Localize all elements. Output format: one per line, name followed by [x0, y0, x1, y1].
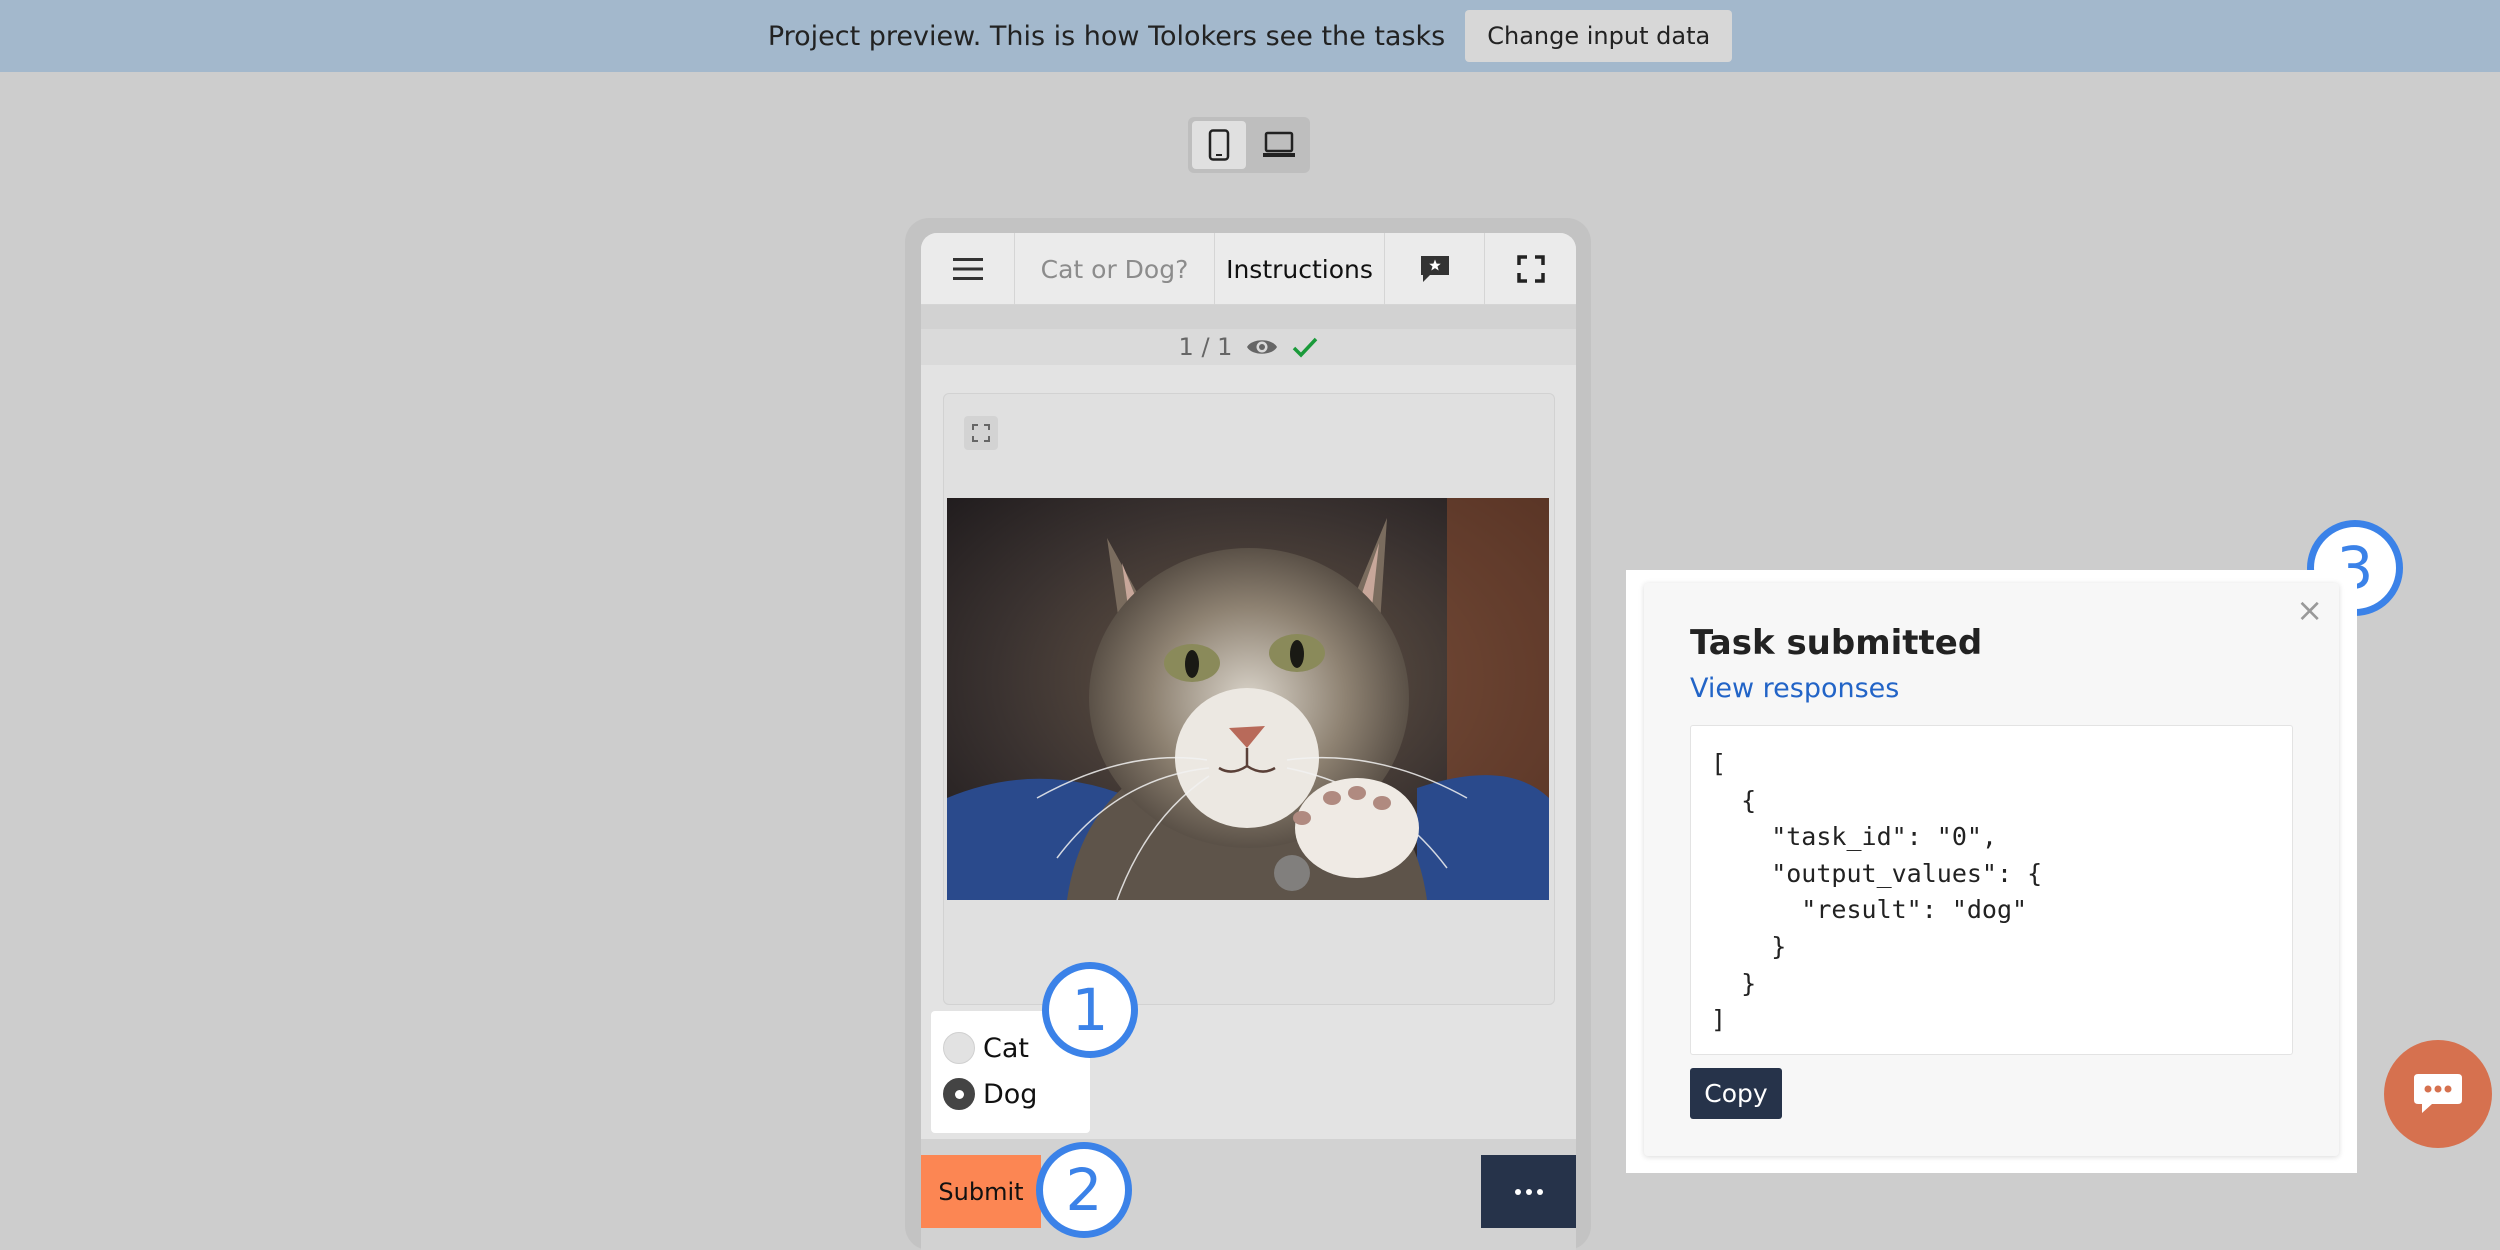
more-button[interactable]: [1481, 1155, 1576, 1228]
task-toolbar: Cat or Dog? Instructions: [921, 233, 1576, 305]
support-chat-button[interactable]: [2384, 1040, 2492, 1148]
menu-button[interactable]: [921, 233, 1015, 305]
cat-photo: [947, 498, 1549, 900]
more-icon-dot: [1525, 1188, 1532, 1195]
change-input-data-button[interactable]: Change input data: [1465, 10, 1733, 62]
expand-image-button[interactable]: [964, 416, 998, 450]
callout-2: 2: [1036, 1142, 1132, 1238]
instructions-button[interactable]: Instructions: [1215, 233, 1385, 305]
response-json: [ { "task_id": "0", "output_values": { "…: [1690, 725, 2293, 1055]
banner-text: Project preview. This is how Tolokers se…: [767, 20, 1446, 52]
view-responses-link[interactable]: View responses: [1690, 673, 1899, 704]
radio-cat[interactable]: [943, 1032, 975, 1064]
phone-icon: [1208, 129, 1230, 161]
task-counter-text: 1 / 1: [1178, 333, 1233, 361]
phone-view-button[interactable]: [1192, 121, 1246, 169]
task-card: [943, 393, 1555, 1005]
fullscreen-button[interactable]: [1485, 233, 1576, 305]
eye-icon: [1247, 340, 1278, 354]
laptop-view-button[interactable]: [1252, 121, 1306, 169]
chat-icon: [2414, 1074, 2462, 1113]
more-icon: [1514, 1188, 1521, 1195]
feedback-button[interactable]: [1385, 233, 1485, 305]
task-image: [947, 498, 1549, 900]
laptop-icon: [1263, 131, 1295, 157]
option-dog-label: Dog: [983, 1078, 1038, 1110]
task-submitted-popup: × Task submitted View responses [ { "tas…: [1644, 583, 2339, 1156]
option-cat-label: Cat: [983, 1032, 1029, 1064]
radio-dog[interactable]: [943, 1078, 975, 1110]
check-icon: [1293, 337, 1318, 358]
option-dog[interactable]: Dog: [943, 1071, 1078, 1117]
copy-button[interactable]: Copy: [1690, 1068, 1782, 1119]
popup-title: Task submitted: [1690, 623, 1983, 663]
toolbar-divider: [921, 305, 1576, 329]
callout-1: 1: [1042, 962, 1138, 1058]
more-icon-dot: [1536, 1188, 1543, 1195]
preview-banner: Project preview. This is how Tolokers se…: [0, 0, 2500, 72]
close-icon[interactable]: ×: [2296, 591, 2323, 629]
hamburger-menu-icon: [952, 258, 983, 280]
expand-icon: [972, 424, 990, 442]
device-switcher: [1188, 117, 1310, 173]
task-title: Cat or Dog?: [1015, 233, 1215, 305]
task-counter: 1 / 1: [921, 329, 1576, 365]
message-star-icon: [1420, 256, 1449, 282]
task-preview-screen: Cat or Dog? Instructions 1 / 1 Cat Dog S…: [921, 233, 1576, 1250]
fullscreen-icon: [1516, 255, 1545, 283]
submit-button[interactable]: Submit: [921, 1155, 1041, 1228]
